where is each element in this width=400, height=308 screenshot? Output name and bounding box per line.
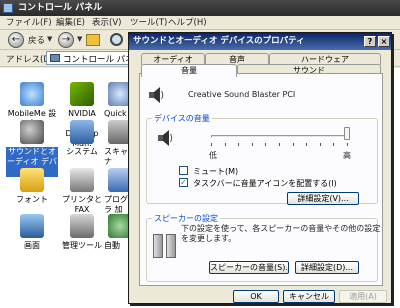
taskbar-icon-label: タスクバーに音量アイコンを配置する(I) [193,179,337,188]
slider-tick [333,143,334,146]
back-button-label[interactable]: 戻る [28,34,45,46]
device-volume-group: デバイスの音量 低 高 ミュート(M) ✓ タスクバーに音量アイコンを配置する(… [146,113,378,205]
cp-item-label: フォント [16,195,48,204]
device-name: Creative Sound Blaster PCI [188,90,296,99]
slider-tick [225,143,226,146]
volume-tab-panel: Creative Sound Blaster PCI デバイスの音量 低 高 ミ… [139,73,383,286]
cp-item-scanner[interactable]: スキャナ [104,120,128,167]
slider-tick [320,143,321,146]
forward-arrow-icon[interactable]: → [58,32,74,48]
forward-dropdown-icon[interactable]: ▼ [77,35,82,43]
mobileme-icon [20,82,44,106]
control-panel-title: コントロール パネル [18,3,103,13]
quicktime-icon [108,82,128,106]
address-field[interactable]: コントロール パネル [46,51,142,65]
taskbar-icon-checkbox[interactable]: ✓ [179,178,188,187]
scanner-icon [108,120,128,144]
slider-tick [293,143,294,146]
device-volume-label: デバイスの音量 [152,113,212,124]
printer-icon [70,168,94,192]
slider-tick [347,143,348,146]
ok-button[interactable]: OK [233,290,279,303]
display-icon [20,214,44,238]
search-icon[interactable] [110,33,123,46]
cp-item-label: システム [66,147,98,156]
control-panel-titlebar[interactable]: コントロール パネル [0,0,400,16]
speaker-settings-description: 下の設定を使って、各スピーカーの音量やその他の設定を変更します。 [181,224,381,243]
cp-item-system[interactable]: システム [56,120,108,157]
menu-edit[interactable]: 編集(E) [56,17,85,29]
speaker-icon [20,120,44,144]
menu-view[interactable]: 表示(V) [92,17,121,29]
cp-item-label: プリンタと FAX [62,195,102,214]
sound-properties-dialog: サウンドとオーディオ デバイスのプロパティ ? × オーディオ 音声 ハードウェ… [128,32,392,304]
mute-checkbox[interactable] [179,166,188,175]
slider-tick [279,143,280,146]
cp-item-quicktime[interactable]: Quick [104,82,128,119]
cp-item-auto-update[interactable]: 自動 [104,214,128,251]
speaker-volume-button[interactable]: スピーカーの音量(S)... [209,261,289,274]
tab-volume[interactable]: 音量 [141,64,237,77]
slider-tick [211,143,212,146]
nvidia-icon [70,82,94,106]
advanced-button[interactable]: 詳細設定(V)... [287,192,359,205]
menu-tools[interactable]: ツール(T) [130,17,167,29]
slider-tick [265,143,266,146]
auto-update-icon [108,214,128,238]
dialog-title: サウンドとオーディオ デバイスのプロパティ [133,36,305,46]
menu-help[interactable]: ヘルプ(H) [168,17,207,29]
menu-file[interactable]: ファイル(F) [6,17,52,29]
volume-slider-thumb[interactable] [344,127,350,140]
mute-label: ミュート(M) [193,167,239,176]
cp-item-label: Quick [104,109,127,118]
programs-icon [108,168,128,192]
cp-item-label: 管理ツール [62,241,102,250]
speaker-settings-label: スピーカーの設定 [152,213,220,224]
speaker-settings-group: スピーカーの設定 下の設定を使って、各スピーカーの音量やその他の設定を変更します… [146,213,380,282]
volume-high-label: 高 [343,151,351,160]
cp-item-admin-tools[interactable]: 管理ツール [56,214,108,251]
dialog-titlebar[interactable]: サウンドとオーディオ デバイスのプロパティ [129,33,391,50]
control-panel-folder-icon [50,54,60,62]
folder-up-icon[interactable] [86,34,100,46]
fonts-icon [20,168,44,192]
cp-item-label: 画面 [24,241,40,250]
system-icon [70,120,94,144]
back-arrow-icon[interactable]: ← [8,32,24,48]
speakers-icon [153,234,179,264]
menubar: ファイル(F) 編集(E) 表示(V) ツール(T) ヘルプ(H) [0,16,400,30]
slider-tick [306,143,307,146]
admin-tools-icon [70,214,94,238]
cp-item-label: スキャナ [104,147,128,166]
cp-item-label: プログラ 加 [104,195,128,214]
slider-tick [252,143,253,146]
cp-item-printers[interactable]: プリンタと FAX [56,168,108,215]
cp-item-display[interactable]: 画面 [6,214,58,251]
close-button[interactable]: × [378,36,390,47]
speaker-icon [149,87,164,103]
cp-item-fonts[interactable]: フォント [6,168,58,205]
speaker-icon [158,130,173,146]
cp-item-label: 自動 [104,241,120,250]
cp-item-programs[interactable]: プログラ 加 [104,168,128,215]
control-panel-icon [3,3,13,13]
back-dropdown-icon[interactable]: ▼ [47,35,52,43]
speaker-advanced-button[interactable]: 詳細設定(D)... [295,261,359,274]
apply-button[interactable]: 適用(A) [339,290,387,303]
volume-low-label: 低 [209,151,217,160]
volume-slider-track[interactable] [211,135,347,138]
slider-tick [238,143,239,146]
help-button[interactable]: ? [364,36,376,47]
cancel-button[interactable]: キャンセル [283,290,335,303]
